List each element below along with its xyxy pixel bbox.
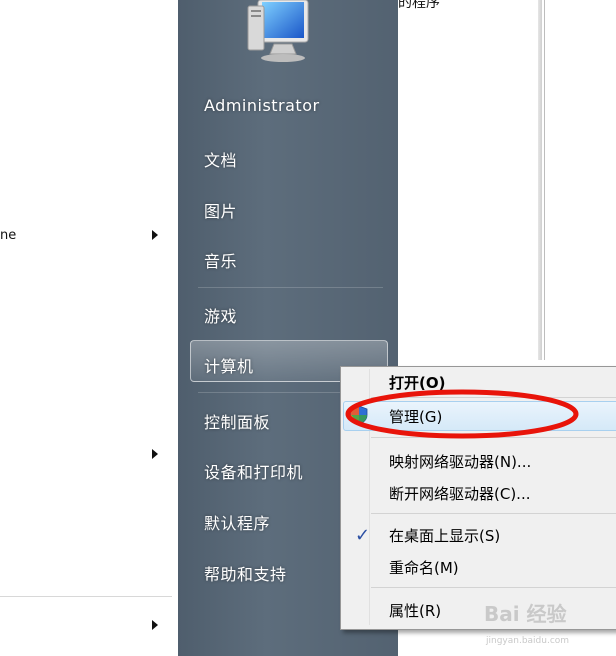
menu-item-games[interactable]: 游戏 [204, 303, 237, 327]
baidu-watermark: Bai 经验 jingyan.baidu.com [484, 598, 616, 656]
menu-separator [371, 513, 616, 514]
all-programs-arrow-icon[interactable] [152, 620, 158, 630]
menu-separator [371, 587, 616, 588]
context-menu-item-disconnect-drive[interactable]: 断开网络驱动器(C)... [389, 483, 530, 504]
menu-item-default-programs[interactable]: 默认程序 [204, 510, 270, 534]
program-label-fragment[interactable]: ne [0, 228, 16, 243]
watermark-text: Bai 经验 [484, 602, 567, 626]
user-name[interactable]: Administrator [204, 96, 320, 115]
checkmark-icon: ✓ [355, 525, 371, 546]
divider [0, 596, 172, 597]
menu-item-music[interactable]: 音乐 [204, 248, 237, 272]
context-menu-item-properties[interactable]: 属性(R) [389, 600, 441, 621]
menu-item-help-support[interactable]: 帮助和支持 [204, 561, 287, 585]
submenu-arrow-icon[interactable] [152, 449, 158, 459]
menu-separator [198, 287, 383, 288]
background-window-title: 的程序 [398, 0, 440, 11]
menu-item-pictures[interactable]: 图片 [204, 198, 237, 222]
submenu-arrow-icon[interactable] [152, 230, 158, 240]
menu-item-documents[interactable]: 文档 [204, 147, 237, 171]
menu-item-computer[interactable]: 计算机 [204, 353, 254, 377]
column-divider [544, 0, 545, 360]
menu-item-control-panel[interactable]: 控制面板 [204, 409, 270, 433]
context-menu-item-show-on-desktop[interactable]: 在桌面上显示(S) [389, 525, 500, 546]
context-menu-item-map-drive[interactable]: 映射网络驱动器(N)... [389, 451, 531, 472]
annotation-ellipse [345, 389, 579, 439]
computer-monitor-icon[interactable] [240, 0, 320, 66]
context-menu-item-rename[interactable]: 重命名(M) [389, 557, 459, 578]
scrollbar[interactable] [538, 0, 542, 360]
programs-pane: ne [0, 0, 178, 656]
watermark-url: jingyan.baidu.com [486, 636, 570, 646]
menu-item-devices-printers[interactable]: 设备和打印机 [204, 459, 303, 483]
